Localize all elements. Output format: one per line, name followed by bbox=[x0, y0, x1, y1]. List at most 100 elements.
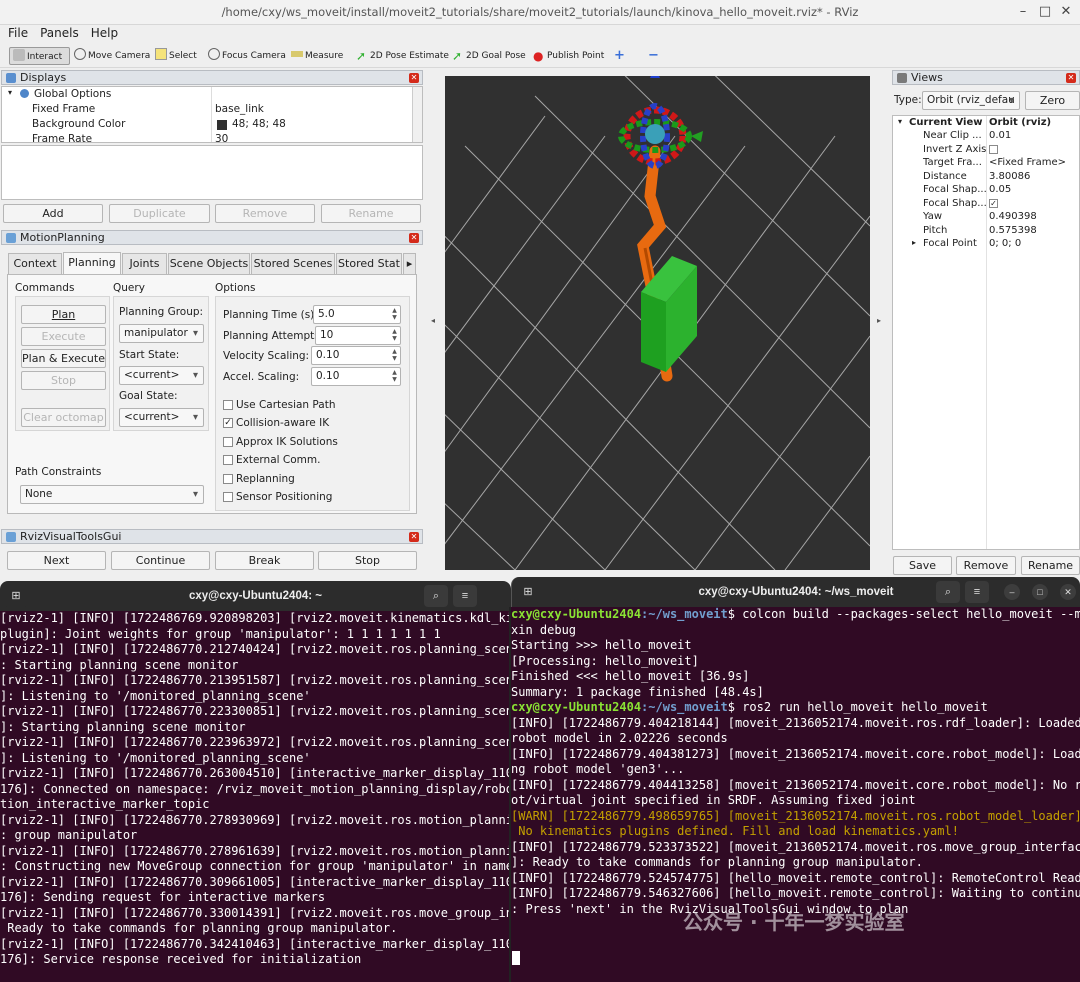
close-panel-icon[interactable]: ✕ bbox=[409, 73, 419, 83]
cartesian-path-checkbox[interactable] bbox=[223, 400, 233, 410]
focal-shape-checkbox[interactable]: ✓ bbox=[989, 198, 998, 208]
invert-z-checkbox[interactable] bbox=[989, 144, 998, 154]
terminal-prompt-line: cxy@cxy-Ubuntu2404:~/ws_moveit$ ros2 run… bbox=[511, 700, 1080, 716]
search-icon[interactable]: ⌕ bbox=[424, 585, 448, 607]
plan-button[interactable]: Plan bbox=[21, 305, 106, 324]
views-title: Views bbox=[911, 71, 943, 84]
approx-ik-checkbox[interactable] bbox=[223, 437, 233, 447]
start-state-select[interactable]: <current> bbox=[119, 366, 204, 385]
planning-time-spinbox[interactable]: 5.0 ▲ ▼ bbox=[313, 305, 401, 324]
plan-execute-button[interactable]: Plan & Execute bbox=[21, 349, 106, 368]
fixed-frame-value[interactable]: base_link bbox=[215, 103, 264, 115]
planning-group-select[interactable]: manipulator bbox=[119, 324, 204, 343]
move-camera-tool[interactable]: Move Camera bbox=[74, 47, 150, 65]
goal-pose-tool[interactable]: ➚ 2D Goal Pose bbox=[452, 47, 526, 65]
displays-scrollbar[interactable] bbox=[412, 87, 422, 142]
tab-stored-scenes[interactable]: Stored Scenes bbox=[251, 253, 335, 274]
frame-rate-key: Frame Rate bbox=[32, 133, 93, 143]
collapse-right-icon[interactable]: ▸ bbox=[877, 316, 881, 325]
publish-point-tool[interactable]: ● Publish Point bbox=[533, 47, 604, 65]
right-terminal-output[interactable]: cxy@cxy-Ubuntu2404:~/ws_moveit$ colcon b… bbox=[509, 607, 1080, 982]
maximize-button[interactable]: □ bbox=[1036, 3, 1054, 21]
rename-view-button[interactable]: Rename bbox=[1021, 556, 1080, 575]
replanning-checkbox[interactable] bbox=[223, 474, 233, 484]
stop-visual-tools-button[interactable]: Stop bbox=[318, 551, 417, 570]
frame-rate-value[interactable]: 30 bbox=[215, 133, 228, 142]
duplicate-display-button[interactable]: Duplicate bbox=[109, 204, 210, 223]
stop-button[interactable]: Stop bbox=[21, 371, 106, 390]
select-tool[interactable]: Select bbox=[155, 47, 197, 65]
displays-tree[interactable]: ▾ Global Options Fixed Frame base_link B… bbox=[1, 86, 423, 143]
color-swatch[interactable] bbox=[217, 120, 227, 130]
measure-tool[interactable]: Measure bbox=[291, 47, 343, 65]
menu-help[interactable]: Help bbox=[87, 25, 122, 41]
next-button[interactable]: Next bbox=[7, 551, 106, 570]
focus-camera-tool[interactable]: Focus Camera bbox=[208, 47, 286, 65]
zero-button[interactable]: Zero bbox=[1025, 91, 1080, 110]
add-display-button[interactable]: Add bbox=[3, 204, 103, 223]
spin-arrows-icon[interactable]: ▲ ▼ bbox=[390, 328, 399, 343]
spin-arrows-icon[interactable]: ▲ ▼ bbox=[390, 348, 399, 363]
continue-button[interactable]: Continue bbox=[111, 551, 210, 570]
close-icon[interactable]: ✕ bbox=[1060, 584, 1076, 600]
menu-file[interactable]: File bbox=[4, 25, 32, 41]
execute-button[interactable]: Execute bbox=[21, 327, 106, 346]
terminal-line: [rviz2-1] [INFO] [1722486770.278961639] … bbox=[0, 843, 511, 858]
views-property-tree[interactable]: ▾ Current View Orbit (rviz) Near Clip ..… bbox=[892, 115, 1080, 550]
search-icon[interactable]: ⌕ bbox=[936, 581, 960, 603]
minimize-button[interactable]: – bbox=[1014, 3, 1032, 21]
interactive-marker[interactable] bbox=[618, 76, 703, 169]
close-panel-icon[interactable]: ✕ bbox=[409, 233, 419, 243]
maximize-icon[interactable]: □ bbox=[1032, 584, 1048, 600]
run-output-lines: [INFO] [1722486779.523373522] [moveit_21… bbox=[511, 840, 1080, 918]
pose-estimate-tool[interactable]: ➚ 2D Pose Estimate bbox=[356, 47, 449, 65]
close-panel-icon[interactable]: ✕ bbox=[1066, 73, 1076, 83]
tab-scene-objects[interactable]: Scene Objects bbox=[168, 253, 250, 274]
tab-joints[interactable]: Joints bbox=[122, 253, 167, 274]
tab-context[interactable]: Context bbox=[8, 253, 62, 274]
path-constraints-select[interactable]: None bbox=[20, 485, 204, 504]
collapse-left-icon[interactable]: ◂ bbox=[431, 316, 435, 325]
rename-display-button[interactable]: Rename bbox=[321, 204, 421, 223]
collision-aware-ik-checkbox[interactable]: ✓ bbox=[223, 418, 233, 428]
options-label: Options bbox=[215, 282, 256, 294]
sensor-positioning-checkbox[interactable] bbox=[223, 492, 233, 502]
tab-planning[interactable]: Planning bbox=[63, 252, 121, 274]
goal-state-select[interactable]: <current> bbox=[119, 408, 204, 427]
expand-arrow-icon[interactable]: ▾ bbox=[898, 117, 902, 126]
expand-arrow-icon[interactable]: ▾ bbox=[8, 88, 12, 97]
left-terminal-output[interactable]: [rviz2-1] [INFO] [1722486769.920898203] … bbox=[0, 611, 511, 982]
property-key: Focal Shap... bbox=[923, 197, 987, 209]
3d-viewport[interactable] bbox=[445, 76, 870, 570]
spin-arrows-icon[interactable]: ▲ ▼ bbox=[390, 369, 399, 384]
planning-attempts-spinbox[interactable]: 10 ▲ ▼ bbox=[315, 326, 401, 345]
external-comm-checkbox[interactable] bbox=[223, 455, 233, 465]
hamburger-menu-icon[interactable]: ≡ bbox=[965, 581, 989, 603]
clear-octomap-button[interactable]: Clear octomap bbox=[21, 408, 106, 427]
motion-planning-title: MotionPlanning bbox=[20, 231, 105, 244]
view-type-select[interactable]: Orbit (rviz_defau bbox=[922, 91, 1020, 110]
background-color-value[interactable]: 48; 48; 48 bbox=[232, 118, 286, 130]
remove-display-button[interactable]: Remove bbox=[215, 204, 315, 223]
accel-scaling-spinbox[interactable]: 0.10 ▲ ▼ bbox=[311, 367, 401, 386]
current-view-label: Current View bbox=[909, 117, 983, 128]
remove-tool-button[interactable]: − bbox=[648, 47, 659, 65]
close-panel-icon[interactable]: ✕ bbox=[409, 532, 419, 542]
property-value: 0.01 bbox=[989, 130, 1012, 141]
tab-scroll-right[interactable]: ▸ bbox=[403, 253, 416, 274]
remove-view-button[interactable]: Remove bbox=[956, 556, 1016, 575]
minimize-icon[interactable]: – bbox=[1004, 584, 1020, 600]
measure-label: Measure bbox=[305, 51, 344, 61]
hamburger-menu-icon[interactable]: ≡ bbox=[453, 585, 477, 607]
spin-arrows-icon[interactable]: ▲ ▼ bbox=[390, 307, 399, 322]
menu-panels[interactable]: Panels bbox=[36, 25, 83, 41]
motion-planning-header: MotionPlanning ✕ bbox=[1, 230, 423, 245]
add-tool-button[interactable]: + bbox=[614, 47, 625, 65]
tab-stored-states[interactable]: Stored Stat bbox=[336, 253, 402, 274]
interact-tool[interactable]: Interact bbox=[9, 47, 70, 65]
save-view-button[interactable]: Save bbox=[893, 556, 952, 575]
close-button[interactable]: ✕ bbox=[1057, 3, 1075, 21]
break-button[interactable]: Break bbox=[215, 551, 314, 570]
terminal-line: plugin]: Joint weights for group 'manipu… bbox=[0, 626, 441, 641]
velocity-scaling-spinbox[interactable]: 0.10 ▲ ▼ bbox=[311, 346, 401, 365]
